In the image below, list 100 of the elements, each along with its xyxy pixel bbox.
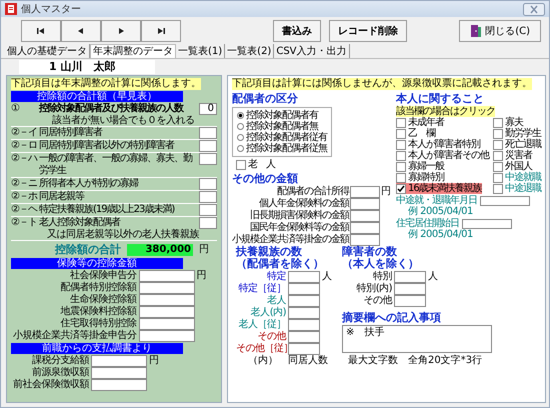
date-field[interactable] (462, 218, 512, 228)
input-field[interactable]: 0 (199, 103, 217, 115)
field-label: 小規模企業共済等掛金申告分 (13, 330, 136, 342)
tab[interactable]: 一覧表(1) (176, 44, 226, 58)
input-field[interactable] (288, 343, 320, 355)
remarks-field[interactable]: ※ 扶手 (342, 325, 492, 353)
input-field[interactable] (350, 198, 380, 210)
nav-button[interactable] (141, 20, 181, 42)
field-label: 前源泉徴収額 (31, 367, 89, 378)
input-field[interactable] (288, 283, 320, 295)
field-label: その他［従］ (236, 343, 286, 354)
input-field[interactable] (138, 270, 194, 282)
checkbox[interactable] (493, 172, 503, 182)
input-field[interactable] (199, 191, 217, 203)
tab[interactable]: CSV入力・出力 (274, 44, 350, 58)
date-field[interactable] (480, 196, 530, 206)
item-number: ① (11, 103, 20, 115)
radio-button[interactable] (237, 112, 244, 119)
checkbox-label: 寡婦特別 (408, 172, 444, 183)
checkbox-label: 寡婦一般 (408, 161, 444, 172)
section-header: 控除額の合計額（早見表） (11, 91, 183, 102)
checkbox[interactable] (493, 162, 503, 172)
section-heading: 本人に関すること (396, 92, 484, 106)
checkbox-label: 災害者 (505, 150, 532, 161)
input-field[interactable] (199, 140, 217, 152)
note-text: 下記項目は年末調整の計算に関係します。 (11, 78, 201, 90)
item-number: ②－ヘ (11, 204, 38, 216)
input-field[interactable] (394, 283, 426, 295)
input-field[interactable] (199, 217, 217, 229)
field-label: 老人 (266, 295, 286, 306)
input-field[interactable] (91, 379, 147, 391)
input-field[interactable] (199, 153, 217, 165)
section-heading: その他の金額 (232, 172, 298, 186)
close-icon[interactable] (523, 2, 545, 16)
input-field[interactable] (350, 234, 380, 246)
radio-button[interactable] (237, 145, 244, 152)
field-label: 前社会保険徴収額 (13, 379, 89, 391)
checkbox[interactable] (396, 128, 406, 138)
checkbox[interactable] (396, 118, 406, 128)
checkbox[interactable] (493, 140, 503, 150)
input-field[interactable] (288, 319, 320, 331)
input-field[interactable] (91, 355, 147, 367)
unit-label: 人 (322, 271, 333, 283)
input-field[interactable] (138, 306, 194, 318)
input-field[interactable] (138, 282, 194, 294)
input-field[interactable] (350, 222, 380, 234)
input-field[interactable] (91, 367, 147, 379)
checkbox[interactable] (396, 150, 406, 160)
section-heading: 配偶者の区分 (232, 92, 298, 106)
checkbox[interactable] (493, 128, 503, 138)
input-field[interactable] (138, 294, 194, 306)
checkbox[interactable] (493, 118, 503, 128)
radio-button[interactable] (237, 134, 244, 141)
input-field[interactable] (394, 271, 426, 283)
toolbar-button[interactable]: レコード削除 (329, 20, 407, 42)
input-field[interactable] (350, 210, 380, 222)
input-field[interactable] (394, 295, 426, 307)
checkbox[interactable] (396, 140, 406, 150)
input-field[interactable] (288, 295, 320, 307)
checkbox-label: 中途就職 (505, 172, 541, 183)
input-field[interactable] (199, 178, 217, 190)
skip-icon (36, 26, 46, 34)
radio-button[interactable] (237, 123, 244, 130)
input-field[interactable] (350, 186, 380, 198)
input-field[interactable] (199, 127, 217, 139)
item-number: ②－ロ (11, 140, 38, 152)
example-text: 例 2005/04/01 (407, 229, 473, 240)
checkbox[interactable] (396, 184, 406, 194)
checkbox-label: 本人が障害者その他 (408, 150, 489, 161)
checkbox[interactable] (396, 162, 406, 172)
window-title: 個人マスター (21, 3, 82, 16)
field-label: 配偶者特別控除額 (60, 282, 136, 294)
item-number: ②－ホ (11, 191, 38, 203)
radio-label: 控除対象配偶者従無 (246, 143, 327, 154)
tab[interactable]: 年末調整のデータ (90, 44, 176, 58)
input-field[interactable] (138, 330, 194, 342)
tab[interactable]: 一覧表(2) (225, 44, 274, 58)
input-field[interactable] (288, 271, 320, 283)
radio-label: 控除対象配偶者従有 (246, 132, 327, 143)
nav-button[interactable] (21, 20, 61, 42)
field-label: 社会保険申告分 (69, 270, 136, 282)
close-button[interactable]: 閉じる(C) (459, 20, 541, 42)
checkbox[interactable] (493, 184, 503, 194)
limit-text: 最大文字数 全角20文字*3行 (348, 355, 482, 367)
input-field[interactable] (199, 204, 217, 216)
item-label: 一般の障害者、一般の寡婦、寡夫、勤労学生 (39, 153, 194, 177)
unit-label: 円 (149, 355, 160, 367)
section-heading: 扶養親族の数 (236, 246, 302, 258)
employee-name: 1 山川 太郎 (19, 60, 156, 74)
checkbox[interactable] (493, 150, 503, 160)
input-field[interactable] (288, 307, 320, 319)
checkbox[interactable] (396, 172, 406, 182)
toolbar-button[interactable]: 書込み (273, 20, 321, 42)
radio-label: 控除対象配偶者無 (246, 121, 318, 132)
input-field[interactable] (138, 318, 194, 330)
item-label: 同居特別障害者以外の特別障害者 (39, 140, 176, 152)
field-label: 特定［従］ (238, 283, 286, 294)
input-field[interactable] (288, 331, 320, 343)
checkbox[interactable] (236, 160, 246, 170)
item-number: ②－イ (11, 127, 38, 139)
